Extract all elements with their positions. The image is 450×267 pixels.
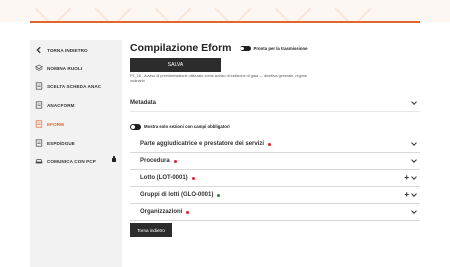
sidebar: Torna indietro Nomina ruoli Scelta sched… xyxy=(30,40,122,267)
sidebar-item-eform[interactable]: Eform xyxy=(30,116,122,132)
sidebar-item-label: Torna indietro xyxy=(47,47,88,53)
chevron-down-icon xyxy=(411,140,417,146)
sidebar-item-espd-dgue[interactable]: Espd/DGUE xyxy=(30,135,122,151)
metadata-section[interactable]: Metadata xyxy=(130,95,420,112)
document-icon xyxy=(35,120,43,128)
sidebar-item-comunica-pcp[interactable]: Comunica con PCP xyxy=(30,153,122,169)
chevron-down-icon xyxy=(411,208,417,214)
sidebar-item-scelta-scheda[interactable]: Scelta scheda ANAC xyxy=(30,78,122,94)
section-title: Lotto (LOT-0001) xyxy=(140,175,188,181)
sidebar-item-label: Espd/DGUE xyxy=(47,140,75,146)
header-accent-line xyxy=(30,21,420,23)
sidebar-item-label: Anacform xyxy=(47,102,75,108)
car-icon xyxy=(35,157,43,165)
add-lot-button[interactable]: + xyxy=(404,174,409,182)
chevron-down-icon xyxy=(411,157,417,163)
ready-toggle-label: Pronta per la trasmissione xyxy=(253,45,308,51)
sidebar-item-nomina-ruoli[interactable]: Nomina ruoli xyxy=(30,60,122,76)
document-icon xyxy=(35,101,43,109)
status-dot-green xyxy=(217,193,221,197)
section-title: Parte aggiudicatrice e prestatore dei se… xyxy=(140,141,265,147)
back-button[interactable]: Torna indietro xyxy=(130,223,172,237)
sidebar-item-label: Scelta scheda ANAC xyxy=(47,83,102,89)
document-icon xyxy=(35,139,43,147)
section-procedura[interactable]: Procedura xyxy=(130,153,420,170)
page-title: Compilazione Eform xyxy=(130,42,232,54)
section-organizzazioni[interactable]: Organizzazioni xyxy=(130,204,420,221)
chevron-left-icon xyxy=(35,46,43,54)
status-dot-red xyxy=(173,159,177,163)
ready-toggle[interactable] xyxy=(239,45,251,52)
header-banner xyxy=(0,0,450,22)
sidebar-item-label: Comunica con PCP xyxy=(47,158,96,164)
lock-icon xyxy=(112,155,116,162)
mandatory-filter-toggle[interactable] xyxy=(130,124,141,130)
chevron-down-icon xyxy=(411,99,417,105)
notice-description: P1_16 - Avviso di preinformazione utiliz… xyxy=(130,74,307,83)
section-parte-aggiudicatrice[interactable]: Parte aggiudicatrice e prestatore dei se… xyxy=(130,136,420,153)
chevron-down-icon xyxy=(411,174,417,180)
section-gruppi-lotti[interactable]: Gruppi di lotti (GLO-0001) + xyxy=(130,187,420,204)
mandatory-filter-label: Mostra solo sezioni con campi obbligator… xyxy=(144,124,230,130)
sidebar-item-anacform[interactable]: Anacform xyxy=(30,97,122,113)
section-lotto[interactable]: Lotto (LOT-0001) + xyxy=(130,170,420,187)
chevron-down-icon xyxy=(411,191,417,197)
section-title: Procedura xyxy=(140,158,170,164)
layers-icon xyxy=(34,64,44,72)
status-dot-red xyxy=(268,142,272,146)
title-row: Compilazione Eform Pronta per la trasmis… xyxy=(130,42,308,54)
sidebar-item-back[interactable]: Torna indietro xyxy=(30,42,122,58)
sidebar-item-label: Nomina ruoli xyxy=(47,65,83,71)
add-lot-group-button[interactable]: + xyxy=(404,191,409,199)
status-dot-red xyxy=(191,176,195,180)
sidebar-item-label: Eform xyxy=(47,121,65,127)
document-icon xyxy=(35,82,43,90)
section-title: Organizzazioni xyxy=(140,209,183,215)
section-title: Metadata xyxy=(130,100,157,106)
status-dot-red xyxy=(186,210,190,214)
filter-row: Mostra solo sezioni con campi obbligator… xyxy=(130,124,230,130)
save-button[interactable]: SALVA xyxy=(130,58,221,72)
section-title: Gruppi di lotti (GLO-0001) xyxy=(140,192,214,198)
